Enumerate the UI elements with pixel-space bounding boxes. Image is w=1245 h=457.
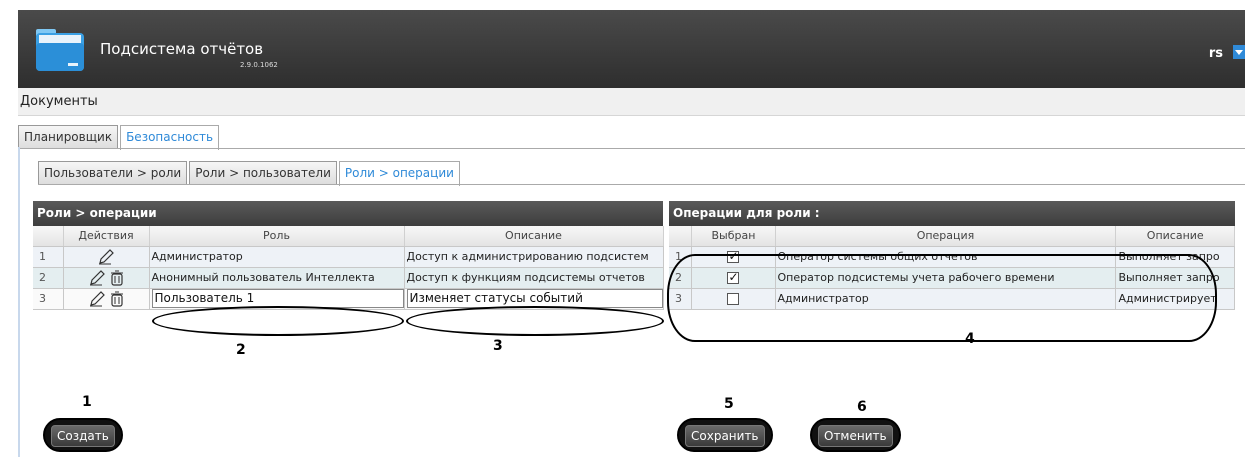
row-number: 2 [669, 267, 693, 289]
create-button-label: Создать [51, 425, 115, 447]
row-role-cell: Пользователь 1 [149, 288, 405, 310]
operations-table: Выбран Операция Описание 1 Оператор сист… [669, 226, 1235, 310]
operation-checkbox[interactable] [727, 293, 740, 305]
roles-panel: Роли > операции Действия Роль Описание 1… [33, 201, 664, 310]
left-strip [18, 147, 20, 457]
edit-pencil-icon[interactable] [97, 248, 115, 266]
table-row[interactable]: 2 Оператор подсистемы учета рабочего вре… [669, 267, 1235, 289]
row-selected [691, 267, 776, 289]
menu-bar: Документы [18, 88, 1245, 116]
cancel-button-label: Отменить [818, 425, 893, 447]
callout-number: 6 [857, 399, 867, 415]
trash-icon[interactable] [110, 291, 124, 307]
tab-roles-operations[interactable]: Роли > операции [338, 161, 460, 186]
callout-number: 4 [965, 331, 975, 347]
col-actions: Действия [63, 226, 150, 247]
operation-checkbox[interactable] [727, 270, 740, 284]
row-number: 3 [669, 288, 693, 310]
row-role: Анонимный пользователь Интеллекта [149, 267, 405, 289]
operations-panel-title: Операции для роли : [669, 201, 1235, 226]
row-number: 2 [33, 267, 64, 289]
table-row[interactable]: 3 Пользователь 1 Изменяет статусы событи… [33, 288, 664, 310]
cancel-button[interactable]: Отменить [810, 418, 901, 452]
app-version: 2.9.0.1062 [240, 61, 278, 69]
row-number: 1 [669, 246, 693, 268]
table-row[interactable]: 1 Администратор Доступ к администрирован… [33, 246, 664, 268]
row-description: Выполняет запро [1115, 267, 1235, 289]
table-row[interactable]: 3 Администратор Администрирует [669, 288, 1235, 310]
tab-scheduler[interactable]: Планировщик [18, 125, 119, 149]
row-selected [691, 246, 776, 268]
row-operation: Оператор системы общих отчетов [775, 246, 1117, 268]
row-actions [63, 246, 150, 268]
tab-users-roles[interactable]: Пользователи > роли [38, 161, 188, 185]
row-operation: Администратор [775, 288, 1117, 310]
row-description-cell: Изменяет статусы событий [404, 288, 664, 310]
callout-number: 5 [724, 396, 734, 412]
callout-number: 3 [493, 338, 503, 354]
row-actions [63, 267, 150, 289]
table-row[interactable]: 2 Анонимный пользователь Интеллекта Дост… [33, 267, 664, 289]
trash-icon[interactable] [110, 270, 124, 286]
roles-panel-title: Роли > операции [33, 201, 663, 226]
col-operation[interactable]: Операция [775, 226, 1117, 247]
user-menu-arrow-icon[interactable] [1233, 45, 1245, 59]
user-name[interactable]: rs [1209, 46, 1223, 61]
tab-security[interactable]: Безопасность [120, 125, 220, 150]
app-header: Подсистема отчётов 2.9.0.1062 rs [18, 10, 1245, 88]
table-row[interactable]: 1 Оператор системы общих отчетов Выполня… [669, 246, 1235, 268]
row-role: Администратор [149, 246, 405, 268]
col-description[interactable]: Описание [1115, 226, 1235, 247]
tab-roles-users[interactable]: Роли > пользователи [189, 161, 337, 185]
role-description-input[interactable]: Изменяет статусы событий [406, 289, 662, 308]
create-button[interactable]: Создать [43, 418, 123, 452]
row-operation: Оператор подсистемы учета рабочего време… [775, 267, 1117, 289]
security-tabs: Пользователи > роли Роли > пользователи Ро… [38, 161, 462, 186]
row-description: Выполняет запро [1115, 246, 1235, 268]
col-num [33, 226, 64, 247]
row-number: 1 [33, 246, 64, 268]
app-title: Подсистема отчётов [100, 40, 264, 58]
row-selected [691, 288, 776, 310]
main-tabs: Планировщик Безопасность [18, 125, 221, 150]
callout-number: 1 [82, 394, 92, 410]
row-description: Администрирует [1115, 288, 1235, 310]
edit-pencil-icon[interactable] [88, 290, 106, 308]
subtabs-divider [38, 184, 1245, 185]
col-description[interactable]: Описание [404, 226, 664, 247]
save-button[interactable]: Сохранить [677, 418, 773, 452]
callout-number: 2 [236, 342, 246, 358]
operations-panel: Операции для роли : Выбран Операция Опис… [669, 201, 1235, 310]
roles-table: Действия Роль Описание 1 Администратор Д… [33, 226, 664, 310]
col-selected: Выбран [691, 226, 776, 247]
tabs-divider [18, 148, 1245, 149]
row-description: Доступ к функциям подсистемы отчетов [404, 267, 664, 289]
col-num [669, 226, 693, 247]
row-number: 3 [33, 288, 64, 310]
col-role[interactable]: Роль [149, 226, 405, 247]
edit-pencil-icon[interactable] [88, 269, 106, 287]
role-name-input[interactable]: Пользователь 1 [151, 289, 403, 308]
save-button-label: Сохранить [685, 425, 765, 447]
menu-documents[interactable]: Документы [20, 94, 98, 109]
row-description: Доступ к администрированию подсистем [404, 246, 664, 268]
row-actions [63, 288, 150, 310]
folder-logo-icon [36, 29, 84, 71]
operation-checkbox[interactable] [727, 249, 740, 263]
